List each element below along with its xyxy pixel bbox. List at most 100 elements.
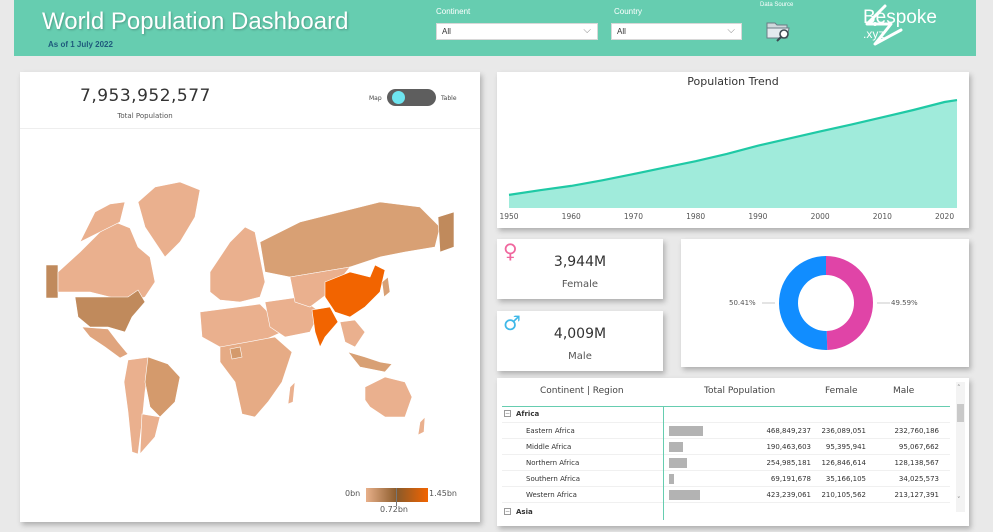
country-label: Country (614, 7, 643, 16)
donut-label-male: 50.41% (729, 299, 756, 307)
as-of-date: As of 1 July 2022 (48, 40, 113, 49)
scroll-down-icon[interactable]: ˅ (957, 496, 961, 504)
map-region-russia-east (437, 211, 455, 253)
map-region-argentina (139, 413, 161, 455)
map-region-europe (209, 226, 266, 303)
map-region-alaska (45, 264, 59, 299)
col-header-region[interactable]: Continent | Region (540, 386, 624, 396)
table-row[interactable]: Western Africa 423,239,061 210,105,562 2… (502, 487, 950, 503)
folder-search-icon[interactable] (766, 20, 792, 42)
scroll-up-icon[interactable]: ˄ (957, 384, 961, 392)
continent-dropdown[interactable]: All ⌵ (436, 23, 598, 40)
toggle-table-label: Table (441, 95, 457, 102)
male-cell: 213,127,391 (894, 491, 939, 499)
total-cell: 254,985,181 (766, 459, 811, 467)
continent-value: All (442, 27, 451, 36)
divider (20, 128, 480, 129)
x-tick-label: 1960 (562, 212, 581, 221)
chevron-down-icon: ⌵ (583, 25, 591, 36)
map-region-greenland (137, 181, 201, 258)
logo-text: Bespoke (863, 7, 937, 28)
legend-min-label: 0bn (345, 489, 361, 498)
group-name: Asia (516, 508, 533, 516)
gender-donut-panel: 50.41% 49.59% (681, 239, 969, 367)
female-cell: 95,395,941 (825, 443, 866, 451)
data-bar (669, 474, 674, 484)
total-cell: 190,463,603 (766, 443, 811, 451)
region-name: Eastern Africa (526, 427, 575, 435)
region-table: Continent | Region Total Population Fema… (497, 378, 969, 526)
male-cell: 128,138,567 (894, 459, 939, 467)
group-name: Africa (516, 410, 540, 418)
x-tick-label: 1950 (499, 212, 518, 221)
x-tick-label: 1970 (624, 212, 643, 221)
population-trend-panel: Population Trend 1950 1960 1970 1980 1990 200… (497, 72, 969, 228)
male-cell: 34,025,573 (898, 475, 939, 483)
data-source-label: Data Source (760, 2, 794, 8)
donut-label-female: 49.59% (891, 299, 918, 307)
collapse-icon[interactable]: − (504, 410, 511, 417)
map-panel: 7,953,952,577 Total Population Map Table (20, 72, 480, 522)
country-dropdown[interactable]: All ⌵ (611, 23, 742, 40)
map-region-mexico (81, 326, 129, 359)
female-cell: 236,089,051 (821, 427, 866, 435)
table-row[interactable]: Middle Africa 190,463,603 95,395,941 95,… (502, 439, 950, 455)
female-cell: 126,846,614 (821, 459, 866, 467)
donut-slice-female[interactable] (826, 256, 873, 350)
map-region-nigeria (229, 346, 243, 360)
legend-mid-label: 0.72bn (380, 505, 408, 514)
table-row[interactable]: Southern Africa 69,191,678 35,166,105 34… (502, 471, 950, 487)
region-name: Middle Africa (526, 443, 572, 451)
map-region-brazil (144, 356, 181, 418)
region-name: Northern Africa (526, 459, 580, 467)
data-bar (669, 490, 700, 500)
x-tick-label: 2010 (873, 212, 892, 221)
map-region-australia (364, 376, 413, 418)
toggle-knob[interactable] (392, 91, 405, 104)
group-row-asia[interactable]: − Asia (502, 505, 950, 521)
total-population-label: Total Population (117, 112, 173, 120)
chevron-down-icon: ⌵ (727, 25, 735, 36)
column-divider (663, 406, 664, 520)
legend-max-label: 1.45bn (429, 489, 457, 498)
map-table-toggle[interactable] (387, 89, 436, 106)
population-trend-chart[interactable]: 1950 1960 1970 1980 1990 2000 2010 2020 (497, 72, 969, 228)
data-bar (669, 458, 688, 468)
data-bar (669, 442, 683, 452)
female-label: Female (561, 279, 599, 290)
map-region-southeast-asia (339, 319, 366, 348)
dashboard-title: World Population Dashboard (42, 8, 349, 35)
male-cell: 95,067,662 (898, 443, 939, 451)
world-map[interactable] (20, 132, 480, 482)
col-header-total[interactable]: Total Population (704, 386, 775, 396)
table-scrollbar[interactable]: ˄ ˅ (956, 382, 965, 512)
group-row-africa[interactable]: − Africa (502, 407, 950, 423)
col-header-male[interactable]: Male (893, 386, 914, 396)
total-population-value: 7,953,952,577 (80, 86, 211, 106)
x-tick-label: 1990 (748, 212, 767, 221)
map-region-madagascar (287, 381, 296, 405)
country-value: All (617, 27, 626, 36)
map-region-india (311, 306, 339, 348)
table-row[interactable]: Northern Africa 254,985,181 126,846,614 … (502, 455, 950, 471)
toggle-map-label: Map (369, 95, 382, 102)
male-card: ♂ 4,009M Male (497, 311, 663, 371)
x-tick-label: 2000 (811, 212, 830, 221)
female-cell: 210,105,562 (821, 491, 866, 499)
male-value: 4,009M (553, 326, 607, 342)
map-region-russia (259, 201, 441, 278)
scroll-thumb[interactable] (957, 404, 964, 422)
logo-subtext: .xyz (863, 27, 885, 41)
male-label: Male (568, 351, 592, 362)
donut-slice-male[interactable] (778, 256, 828, 350)
header-bar: World Population Dashboard As of 1 July … (14, 0, 976, 56)
female-cell: 35,166,105 (825, 475, 866, 483)
female-value: 3,944M (553, 254, 607, 270)
gender-donut-chart[interactable] (681, 239, 969, 367)
table-row[interactable]: Eastern Africa 468,849,237 236,089,051 2… (502, 423, 950, 439)
region-name: Southern Africa (526, 475, 581, 483)
expand-icon[interactable]: − (504, 508, 511, 515)
col-header-female[interactable]: Female (825, 386, 858, 396)
region-name: Western Africa (526, 491, 577, 499)
male-cell: 232,760,186 (894, 427, 939, 435)
